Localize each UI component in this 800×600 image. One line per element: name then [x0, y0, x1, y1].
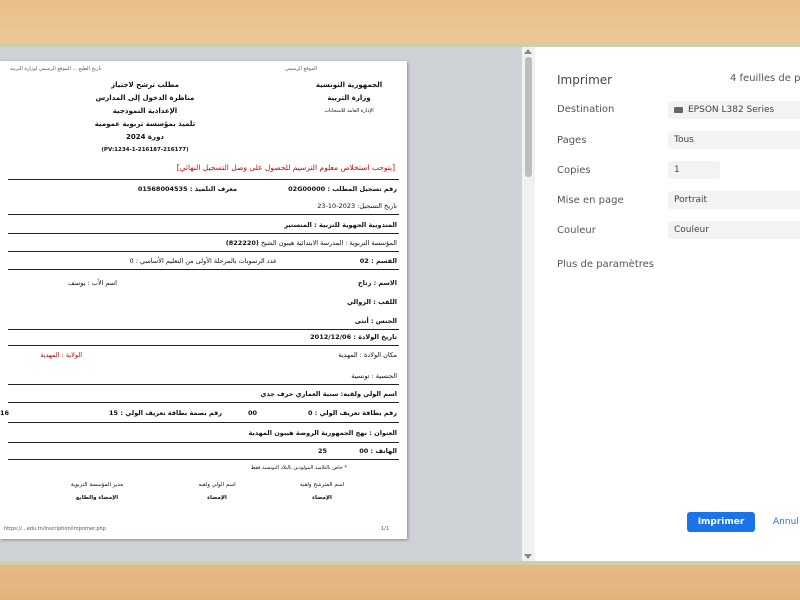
sheet-count: 4 feuilles de pa [730, 73, 800, 84]
header-line-2: مناظرة الدخول إلى المدارس [95, 94, 195, 102]
father-name: اسم الأب : يوسف [68, 279, 117, 287]
header-directorate: الإدارة العامة للامتحانات [324, 108, 374, 114]
page-top-note-right: الموقع الرسمي [285, 66, 317, 72]
birth-state: الولاية : المهدية [40, 351, 82, 359]
page-top-note-left: تاريخ الطبع ... الموقع الرسمي لوزارة الت… [10, 66, 102, 72]
guardian-id2: رقم بصمة بطاقة تعريف الولي : 15 [109, 409, 222, 417]
scroll-up-icon[interactable] [524, 49, 532, 54]
divider [8, 459, 399, 460]
student-id-label: معرف التلميذ : [189, 185, 237, 193]
footer-url: https://...edu.tn/inscription/imprimer.p… [4, 526, 106, 532]
footnote: * خاص بالتلاميذ المولودين بالبلاد التونس… [250, 465, 347, 471]
signature-candidate: اسم المترشح ولقبه الإمضاء [277, 479, 367, 505]
header-right: الجمهورية التونسية وزارة التربية الإدارة… [299, 79, 399, 118]
signature-director: مدير المؤسسة التربوية الإمضاء والطابع [42, 479, 152, 505]
guardian-id-label: رقم بطاقة تعريف الولي : [314, 409, 397, 417]
nationality: الجنسية : تونسية [351, 372, 397, 380]
print-preview-area: تاريخ الطبع ... الموقع الرسمي لوزارة الت… [0, 47, 535, 561]
divider [8, 329, 399, 330]
last-name: اللقب : الزوالي [346, 298, 397, 306]
divider [8, 384, 399, 385]
student-id-value: 01568004535 [137, 185, 188, 193]
school-name: المؤسسة التربوية : المدرسة الابتدائية هي… [260, 239, 397, 247]
guardian-id2-label: رقم بصمة بطاقة تعريف الولي : [120, 409, 222, 417]
reg-date: تاريخ التسجيل: 2023-10-23 [317, 202, 397, 210]
header-line-3: الإعدادية النموذجية [112, 107, 178, 115]
divider [8, 269, 399, 270]
reg-number-value: 02G00000 [288, 185, 326, 193]
printer-icon [674, 106, 683, 113]
divider [8, 251, 399, 252]
print-dialog-window: تاريخ الطبع ... الموقع الرسمي لوزارة الت… [0, 43, 800, 565]
directorate: المندوبية الجهوية للتربية : المنستير [284, 221, 397, 229]
guardian-id: رقم بطاقة تعريف الولي : 0 [308, 409, 397, 417]
preview-page: تاريخ الطبع ... الموقع الرسمي لوزارة الت… [0, 61, 407, 539]
phone-label: الهاتف : [370, 447, 397, 455]
divider [8, 345, 399, 346]
pages-label: Pages [557, 135, 587, 146]
phone: الهاتف : 00 [359, 447, 397, 455]
guardian-id-value: 0 [307, 409, 313, 417]
guardian-id2-extra: 16 [0, 409, 10, 417]
copies-input[interactable]: 1 [668, 161, 720, 179]
reg-number-label: رقم تسجيل المطلب : [327, 185, 397, 193]
destination-value: EPSON L382 Series [688, 105, 775, 115]
address: العنوان : نهج الجمهورية الروضة هيبون الم… [248, 429, 397, 437]
header-session: دورة 2024 [125, 133, 165, 141]
sig-guardian-sign: الإمضاء [207, 495, 227, 501]
phone-value-2: 25 [317, 447, 327, 455]
panel-title: Imprimer [557, 73, 613, 87]
destination-select[interactable]: EPSON L382 Series [668, 101, 800, 119]
header-pv-code: (PV:1234-1-216187-216177) [101, 147, 189, 153]
signature-guardian: اسم الولي ولقبه الإمضاء [172, 479, 262, 505]
header-line-4: تلميذ بمؤسسة تربوية عمومية [94, 120, 196, 128]
reg-number: رقم تسجيل المطلب : 02G00000 [288, 185, 397, 193]
pages-select[interactable]: Tous [668, 131, 800, 149]
sig-candidate-label: اسم المترشح ولقبه [299, 482, 345, 488]
phone-value: 00 [359, 447, 369, 455]
school-code: (822220) [225, 239, 259, 247]
header-ministry: وزارة التربية [327, 94, 371, 102]
failures: عدد الرسوبات بالمرحلة الأولى من التعليم … [129, 257, 277, 265]
fee-notice: [يتوجب استخلاص معلوم الترسيم للحصول على … [176, 163, 395, 172]
birth-place: مكان الولادة : المهدية [338, 351, 397, 359]
layout-select[interactable]: Portrait [668, 191, 800, 209]
guardian: اسم الولي ولقبه: سنية العماري حرف جدي [260, 390, 397, 398]
guardian-id2-value: 15 [109, 409, 119, 417]
guardian-id-mid: 00 [247, 409, 257, 417]
birth-date: تاريخ الولادة : 2012/12/06 [310, 333, 397, 341]
school: المؤسسة التربوية : المدرسة الابتدائية هي… [226, 239, 397, 247]
sig-guardian-label: اسم الولي ولقبه [198, 482, 236, 488]
layout-label: Mise en page [557, 195, 624, 206]
copies-label: Copies [557, 165, 591, 176]
more-settings-link[interactable]: Plus de paramètres [557, 259, 654, 270]
section: القسم : 02 [359, 257, 397, 265]
gender: الجنس : أنثى [354, 317, 397, 325]
scroll-down-icon[interactable] [524, 554, 532, 559]
header-republic: الجمهورية التونسية [315, 81, 383, 89]
header-center: مطلب ترشح لاجتياز مناظرة الدخول إلى المد… [70, 79, 220, 157]
divider [8, 422, 399, 423]
print-button[interactable]: Imprimer [687, 512, 755, 532]
header-line-1: مطلب ترشح لاجتياز [111, 81, 179, 89]
destination-label: Destination [557, 104, 615, 115]
sig-director-label: مدير المؤسسة التربوية [70, 482, 124, 488]
print-settings-panel: Imprimer 4 feuilles de pa Destination EP… [535, 47, 800, 561]
divider [8, 233, 399, 234]
preview-scrollbar[interactable] [522, 47, 535, 561]
color-select[interactable]: Couleur [668, 221, 800, 239]
sig-director-sign: الإمضاء والطابع [75, 495, 119, 501]
student-id: معرف التلميذ : 01568004535 [138, 185, 237, 193]
cancel-button[interactable]: Annul [773, 512, 799, 532]
divider [8, 179, 399, 180]
first-name: الاسم : رتاج [358, 279, 397, 287]
sig-candidate-sign: الإمضاء [312, 495, 332, 501]
color-label: Couleur [557, 225, 596, 236]
scroll-thumb[interactable] [525, 57, 532, 177]
divider [8, 214, 399, 215]
divider [8, 402, 399, 403]
footer-page: 1/1 [380, 526, 389, 532]
divider [8, 442, 399, 443]
